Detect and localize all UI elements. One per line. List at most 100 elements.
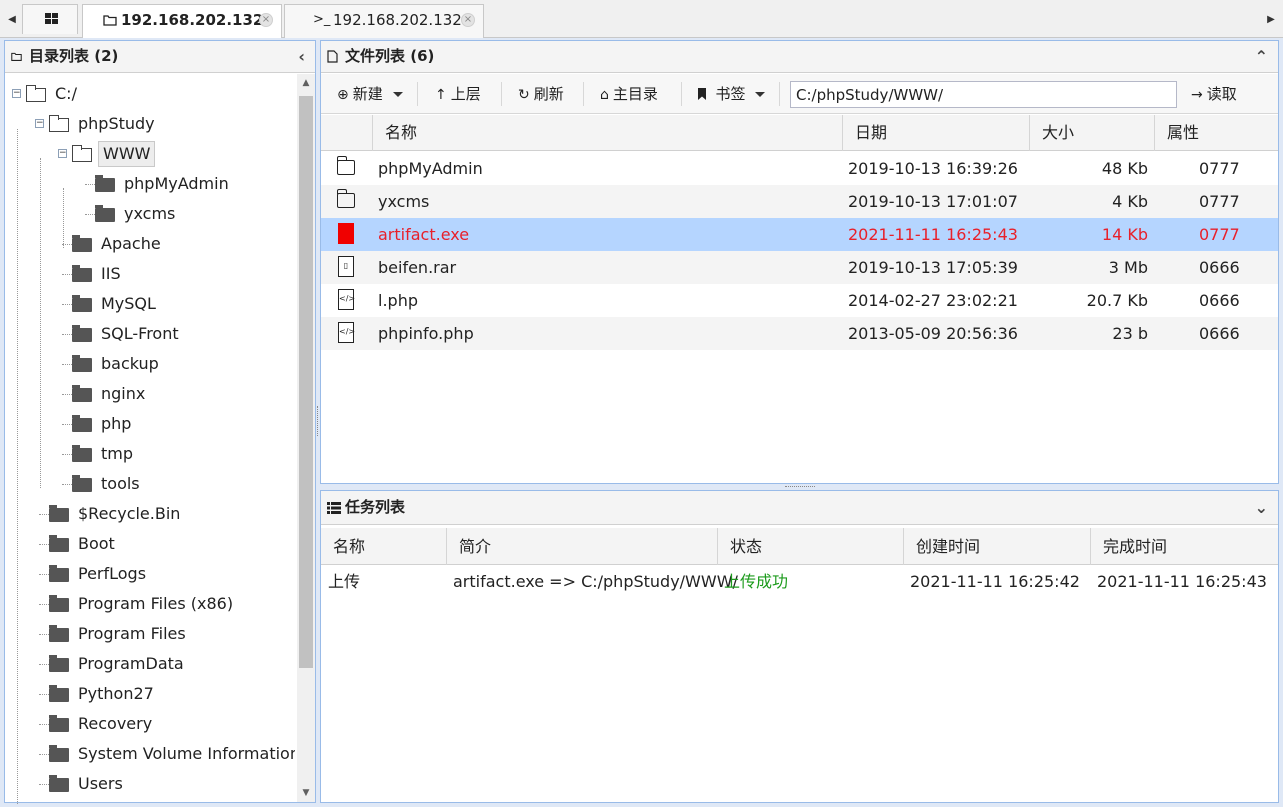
collapse-up-icon[interactable]: ⌃ [1255, 41, 1268, 72]
tree-item[interactable]: nginx [5, 379, 295, 409]
directory-panel-header: 目录列表 (2) ‹ [5, 41, 315, 73]
file-name: artifact.exe [378, 225, 470, 244]
folder-open-icon [49, 115, 69, 132]
tree-item[interactable]: tools [5, 469, 295, 499]
folder-icon [72, 475, 92, 492]
table-row[interactable]: yxcms 2019-10-13 17:01:07 4 Kb 0777 [321, 185, 1278, 218]
tree-connector [40, 158, 41, 488]
column-header-created[interactable]: 创建时间 [904, 528, 1091, 565]
file-type-cell: </> [321, 284, 373, 317]
collapse-toggle-icon[interactable]: − [12, 89, 21, 98]
tree-item[interactable]: $Recycle.Bin [5, 499, 295, 529]
tab-terminal[interactable]: >_ 192.168.202.132 × [284, 4, 484, 38]
folder-icon [72, 235, 92, 252]
tree-connector [62, 334, 72, 335]
column-header-size[interactable]: 大小 [1030, 115, 1155, 151]
tree-item[interactable]: Python27 [5, 679, 295, 709]
home-dir-button[interactable]: ⌂ 主目录 [600, 80, 658, 108]
column-header-finished[interactable]: 完成时间 [1091, 528, 1278, 565]
column-header-attr[interactable]: 属性 [1155, 115, 1278, 151]
column-header-task-name[interactable]: 名称 [321, 528, 447, 565]
tab-scroll-right-icon[interactable]: ▶ [1263, 6, 1279, 34]
folder-icon [95, 205, 115, 222]
table-row[interactable]: </> phpinfo.php 2013-05-09 20:56:36 23 b 066… [321, 317, 1278, 350]
column-header-status[interactable]: 状态 [718, 528, 904, 565]
tab-home[interactable] [22, 4, 78, 34]
tree-item[interactable]: MySQL [5, 289, 295, 319]
path-input[interactable] [790, 81, 1177, 108]
tree-item[interactable]: Apache [5, 229, 295, 259]
tree-item[interactable]: yxcms [5, 199, 295, 229]
collapse-toggle-icon[interactable]: − [58, 149, 67, 158]
refresh-button[interactable]: ↻ 刷新 [518, 80, 564, 108]
tree-item[interactable]: tmp [5, 439, 295, 469]
file-toolbar: ⊕新建 ↑上层 ↻刷新 ⌂主目录 书签 →读取 [321, 74, 1278, 114]
column-header-date[interactable]: 日期 [843, 115, 1030, 151]
column-header-desc[interactable]: 简介 [447, 528, 718, 565]
file-type-cell: </> [321, 317, 373, 350]
table-row[interactable]: ▯ beifen.rar 2019-10-13 17:05:39 3 Mb 0666 [321, 251, 1278, 284]
bookmark-button[interactable]: 书签 [697, 80, 766, 108]
close-icon[interactable]: × [461, 13, 475, 27]
tree-connector [39, 604, 49, 605]
table-row[interactable]: artifact.exe 2021-11-11 16:25:43 14 Kb 0777 [321, 218, 1278, 251]
file-date: 2019-10-13 17:05:39 [848, 258, 1018, 277]
tree-item[interactable]: Recovery [5, 709, 295, 739]
tree-item[interactable]: Program Files [5, 619, 295, 649]
tree-scrollbar[interactable]: ▲ ▼ [297, 74, 315, 802]
file-code-icon: </> [338, 322, 355, 343]
new-button[interactable]: ⊕ 新建 [337, 80, 403, 108]
folder-icon [11, 52, 22, 61]
collapse-toggle-icon[interactable]: − [35, 119, 44, 128]
tree-item[interactable]: PerfLogs [5, 559, 295, 589]
collapse-down-icon[interactable]: ⌄ [1255, 491, 1268, 524]
tree-item[interactable]: SQL-Front [5, 319, 295, 349]
tree-item[interactable]: phpMyAdmin [5, 169, 295, 199]
table-row[interactable]: 上传 artifact.exe => C:/phpStudy/WWW/ 上传成功… [321, 566, 1278, 598]
folder-icon [72, 415, 92, 432]
tab-label: 192.168.202.132 [333, 11, 462, 29]
tree-item[interactable]: − phpStudy [5, 109, 295, 139]
file-exe-icon [338, 223, 354, 244]
folder-icon [49, 565, 69, 582]
grid-icon [45, 13, 58, 25]
tree-item[interactable]: Users [5, 769, 295, 799]
scroll-down-icon[interactable]: ▼ [300, 788, 312, 798]
tree-item-label: ProgramData [78, 654, 184, 673]
folder-icon [49, 535, 69, 552]
collapse-left-icon[interactable]: ‹ [298, 41, 305, 72]
close-icon[interactable]: × [259, 13, 273, 27]
tab-scroll-left-icon[interactable]: ◀ [4, 6, 20, 34]
up-button[interactable]: ↑ 上层 [435, 80, 481, 108]
tree-item-label: $Recycle.Bin [78, 504, 181, 523]
tree-item-label: Recovery [78, 714, 153, 733]
tree-item[interactable]: Boot [5, 529, 295, 559]
read-button[interactable]: → 读取 [1191, 80, 1237, 108]
scrollbar-thumb[interactable] [299, 96, 313, 668]
tree-item[interactable]: Program Files (x86) [5, 589, 295, 619]
tree-item[interactable]: ProgramData [5, 649, 295, 679]
file-grid-header: 名称 日期 大小 属性 [321, 115, 1278, 151]
tree-item[interactable]: IIS [5, 259, 295, 289]
tree-item[interactable]: − WWW [5, 139, 295, 169]
folder-icon [72, 295, 92, 312]
tree-item-label: tools [101, 474, 140, 493]
tree-item[interactable]: php [5, 409, 295, 439]
table-row[interactable]: phpMyAdmin 2019-10-13 16:39:26 48 Kb 0777 [321, 152, 1278, 185]
file-code-icon: </> [338, 289, 355, 310]
table-row[interactable]: </> l.php 2014-02-27 23:02:21 20.7 Kb 0666 [321, 284, 1278, 317]
tree-connector [39, 574, 49, 575]
tree-connector [62, 274, 72, 275]
column-header-name[interactable]: 名称 [373, 115, 843, 151]
tree-connector [39, 784, 49, 785]
tree-item[interactable]: backup [5, 349, 295, 379]
tree-item[interactable]: − C:/ [5, 79, 295, 109]
folder-icon [336, 156, 355, 175]
scroll-up-icon[interactable]: ▲ [300, 78, 312, 88]
plus-circle-icon: ⊕ [337, 87, 349, 103]
tree-connector [39, 694, 49, 695]
file-size: 14 Kb [1101, 225, 1148, 244]
task-panel: 任务列表 ⌄ 名称 简介 状态 创建时间 完成时间 上传 artifact.ex… [320, 490, 1279, 803]
tab-file-manager[interactable]: 192.168.202.132 × [82, 4, 282, 38]
tree-item[interactable]: System Volume Information [5, 739, 295, 769]
